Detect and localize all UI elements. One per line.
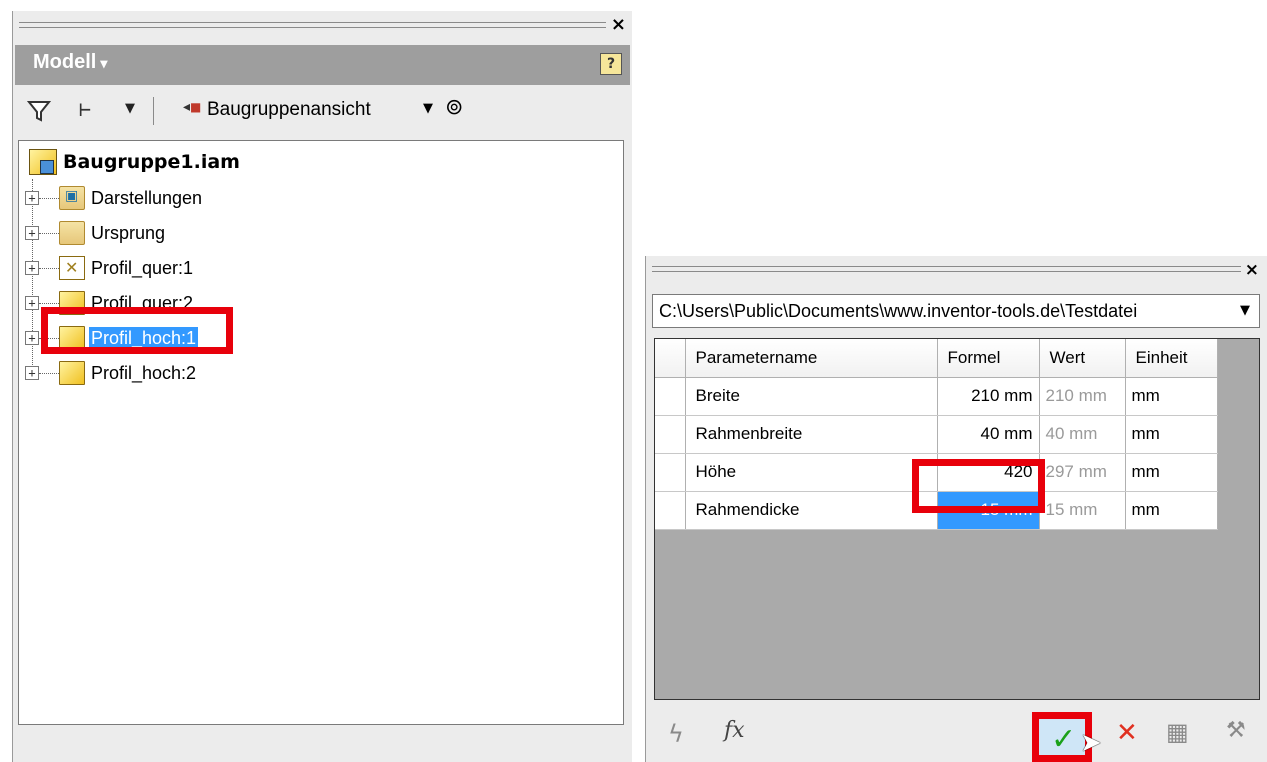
param-name-cell[interactable]: Rahmenbreite xyxy=(685,415,938,454)
add-parameter-fx-icon[interactable]: fx xyxy=(724,718,745,743)
expand-icon[interactable]: + xyxy=(25,331,39,345)
column-header[interactable]: Einheit xyxy=(1125,339,1218,378)
param-unit-cell[interactable]: mm xyxy=(1125,491,1218,530)
annotation-highlight-box xyxy=(912,459,1045,513)
tree-node-label: Darstellungen xyxy=(91,187,203,208)
param-value-cell: 40 mm xyxy=(1039,415,1126,454)
tree-node-label: Profil_quer:1 xyxy=(91,257,194,278)
row-header-corner xyxy=(655,339,686,378)
file-path-select[interactable]: C:\Users\Public\Documents\www.inventor-t… xyxy=(652,294,1260,328)
tree-root-label: Baugruppe1.iam xyxy=(63,151,240,173)
mouse-cursor-icon: ➤ xyxy=(1080,728,1102,758)
column-header[interactable]: Wert xyxy=(1039,339,1126,378)
parameters-grid: Parametername Formel Wert Einheit Breite… xyxy=(654,338,1260,700)
wrench-icon[interactable]: ⚒ xyxy=(1226,718,1246,743)
browser-header: Modell ▾ ? xyxy=(15,45,630,85)
chevron-down-icon[interactable]: ▼ xyxy=(125,101,135,116)
column-header[interactable]: Parametername xyxy=(685,339,938,378)
param-value-cell: 297 mm xyxy=(1039,453,1126,492)
grip-lines xyxy=(19,22,606,28)
table-header-row: Parametername Formel Wert Einheit xyxy=(655,339,1218,378)
param-unit-cell[interactable]: mm xyxy=(1125,453,1218,492)
param-formula-cell[interactable]: 210 mm xyxy=(937,377,1040,416)
model-browser-panel: × Modell ▾ ? ⊢ ▼ ◂■ Baugruppenansicht ▼ ⊚… xyxy=(12,11,632,762)
table-row[interactable]: Breite 210 mm 210 mm mm xyxy=(655,377,1218,416)
chevron-down-icon[interactable]: ▼ xyxy=(1231,295,1259,327)
param-name-cell[interactable]: Breite xyxy=(685,377,938,416)
assembly-view-dropdown[interactable]: Baugruppenansicht xyxy=(207,99,371,121)
representations-folder-icon xyxy=(59,186,85,210)
close-icon[interactable]: × xyxy=(1245,260,1259,280)
row-header[interactable] xyxy=(655,453,686,492)
chevron-down-icon[interactable]: ▼ xyxy=(423,101,433,116)
assembly-view-icon: ◂■ xyxy=(183,99,202,115)
close-icon[interactable]: × xyxy=(611,16,626,34)
param-name-cell[interactable]: Höhe xyxy=(685,453,938,492)
panel-grip[interactable]: × xyxy=(13,11,632,49)
row-header[interactable] xyxy=(655,415,686,454)
table-row[interactable]: Rahmenbreite 40 mm 40 mm mm xyxy=(655,415,1218,454)
browser-title: Modell xyxy=(33,51,97,73)
column-header[interactable]: Formel xyxy=(937,339,1040,378)
tree-root[interactable]: Baugruppe1.iam xyxy=(29,147,240,177)
row-header[interactable] xyxy=(655,377,686,416)
row-header[interactable] xyxy=(655,491,686,530)
expand-icon[interactable]: + xyxy=(25,261,39,275)
model-tree: Baugruppe1.iam + Darstellungen + Ursprun… xyxy=(18,140,624,725)
help-icon[interactable]: ? xyxy=(600,53,622,75)
filter-icon[interactable] xyxy=(27,99,51,123)
param-unit-cell[interactable]: mm xyxy=(1125,415,1218,454)
browser-toolbar: ⊢ ▼ ◂■ Baugruppenansicht ▼ ⊚ xyxy=(15,89,630,135)
param-formula-cell[interactable]: 40 mm xyxy=(937,415,1040,454)
tree-node-profil-hoch-2[interactable]: + Profil_hoch:2 xyxy=(25,358,198,388)
model-icon[interactable]: ▦ xyxy=(1166,718,1189,746)
annotation-highlight-box xyxy=(41,307,233,354)
expand-icon[interactable]: + xyxy=(25,191,39,205)
chevron-down-icon: ▾ xyxy=(100,55,108,71)
param-value-cell: 210 mm xyxy=(1039,377,1126,416)
file-path-value: C:\Users\Public\Documents\www.inventor-t… xyxy=(659,301,1138,321)
checkmark-icon: ✓ xyxy=(1051,722,1077,757)
update-lightning-icon[interactable]: ϟ xyxy=(668,720,684,748)
panel-grip[interactable] xyxy=(652,266,1241,272)
param-value-cell: 15 mm xyxy=(1039,491,1126,530)
tree-structure-icon[interactable]: ⊢ xyxy=(79,97,91,121)
tree-node-darstellungen[interactable]: + Darstellungen xyxy=(25,183,204,213)
parameters-action-bar: ϟ fx ✓ ➤ ✕ ▦ ⚒ xyxy=(646,706,1267,762)
toolbar-separator xyxy=(153,97,154,125)
cancel-icon[interactable]: ✕ xyxy=(1116,718,1138,748)
origin-folder-icon xyxy=(59,221,85,245)
expand-icon[interactable]: + xyxy=(25,296,39,310)
param-unit-cell[interactable]: mm xyxy=(1125,377,1218,416)
binoculars-icon[interactable]: ⊚ xyxy=(445,95,463,120)
expand-icon[interactable]: + xyxy=(25,226,39,240)
browser-title-dropdown[interactable]: Modell ▾ xyxy=(33,51,107,74)
expand-icon[interactable]: + xyxy=(25,366,39,380)
tree-node-ursprung[interactable]: + Ursprung xyxy=(25,218,167,248)
param-name-cell[interactable]: Rahmendicke xyxy=(685,491,938,530)
tree-node-label: Profil_hoch:2 xyxy=(91,362,197,383)
part-wireframe-icon xyxy=(59,256,85,280)
tree-node-label: Ursprung xyxy=(91,222,166,243)
assembly-icon xyxy=(29,149,57,175)
part-icon xyxy=(59,361,85,385)
tree-node-profil-quer-1[interactable]: + Profil_quer:1 xyxy=(25,253,195,283)
